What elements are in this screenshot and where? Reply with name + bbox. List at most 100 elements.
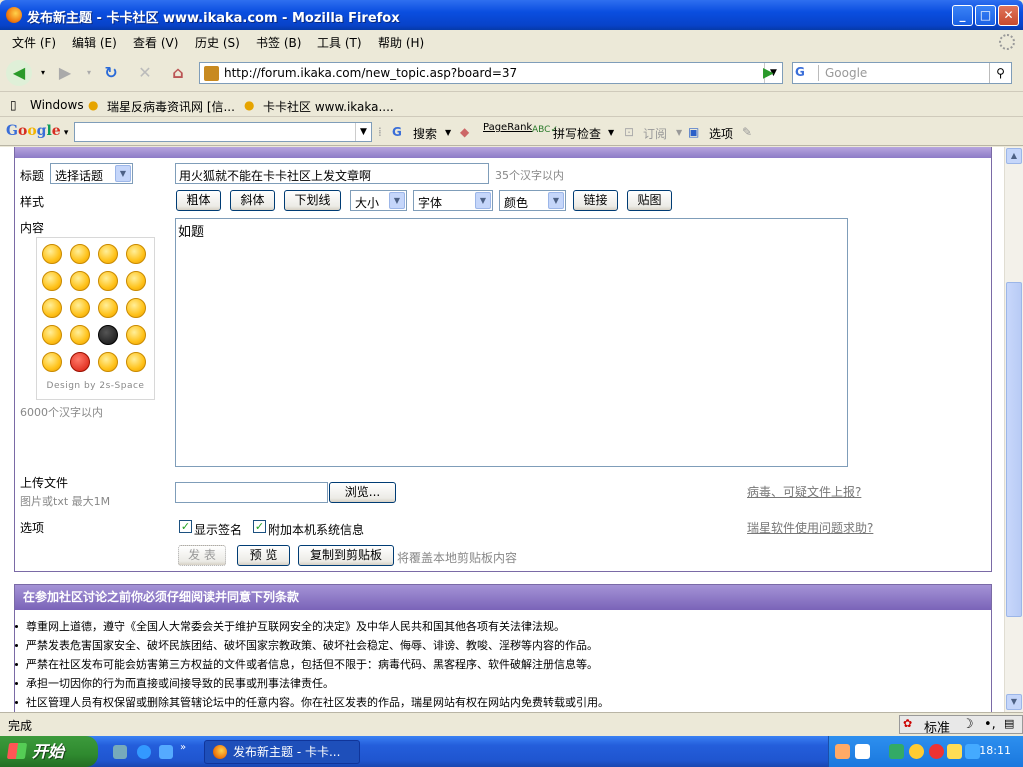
menu-tools[interactable]: 工具 (T) bbox=[317, 34, 362, 51]
bold-button[interactable]: 粗体 bbox=[176, 190, 221, 211]
menu-file[interactable]: 文件 (F) bbox=[12, 34, 56, 51]
search-magnifier-icon[interactable]: ⚲ bbox=[989, 63, 1011, 83]
pagerank-label[interactable]: PageRank bbox=[483, 122, 532, 133]
preview-button[interactable]: 预 览 bbox=[237, 545, 290, 566]
go-icon[interactable]: ▶ bbox=[763, 64, 781, 82]
menu-history[interactable]: 历史 (S) bbox=[195, 34, 240, 51]
tongue-icon[interactable] bbox=[98, 244, 118, 264]
upload-file-input[interactable] bbox=[175, 482, 328, 503]
tray-qq2-icon[interactable] bbox=[929, 744, 944, 759]
sweat-icon[interactable] bbox=[126, 271, 146, 291]
options-button[interactable]: 选项 bbox=[709, 125, 733, 142]
menu-help[interactable]: 帮助 (H) bbox=[378, 34, 424, 51]
grin-icon[interactable] bbox=[70, 244, 90, 264]
quicklaunch-more-icon[interactable]: » bbox=[180, 742, 190, 756]
reload-icon[interactable]: ↻ bbox=[98, 60, 124, 86]
link-button[interactable]: 链接 bbox=[573, 190, 618, 211]
wink-icon[interactable] bbox=[42, 352, 62, 372]
browse-button[interactable]: 浏览... bbox=[329, 482, 396, 503]
bookmark-windows[interactable]: Windows bbox=[30, 98, 84, 112]
dizzy-icon[interactable] bbox=[42, 325, 62, 345]
tray-help-icon[interactable] bbox=[855, 744, 870, 759]
tray-ime-icon[interactable] bbox=[835, 744, 850, 759]
cool-icon[interactable] bbox=[70, 271, 90, 291]
back-arrow-icon[interactable]: ◀ bbox=[6, 60, 32, 86]
url-bar[interactable]: http://forum.ikaka.com/new_topic.asp?boa… bbox=[199, 62, 783, 84]
highlighter-icon[interactable]: ✎ bbox=[742, 125, 752, 139]
scroll-thumb[interactable] bbox=[1006, 282, 1022, 617]
submit-button[interactable]: 发 表 bbox=[178, 545, 226, 566]
copy-clipboard-button[interactable]: 复制到剪贴板 bbox=[298, 545, 394, 566]
punctuation-icon[interactable]: •, bbox=[984, 717, 996, 732]
surprised-icon[interactable] bbox=[42, 298, 62, 318]
doubt-icon[interactable] bbox=[126, 352, 146, 372]
topic-select[interactable]: 选择话题 ▼ bbox=[50, 163, 133, 184]
scroll-down-icon[interactable]: ▼ bbox=[1006, 694, 1022, 710]
quicklaunch-media-icon[interactable] bbox=[159, 745, 173, 759]
ime-bar[interactable]: ✿ 标准 ☽ •, ▤ bbox=[899, 715, 1023, 736]
shy-icon[interactable] bbox=[98, 352, 118, 372]
shocked-icon[interactable] bbox=[126, 325, 146, 345]
popup-blocker-icon[interactable]: ◆ bbox=[460, 125, 469, 139]
search-bar[interactable]: G Google ⚲ bbox=[792, 62, 1012, 84]
spellcheck-dropdown[interactable]: ▼ bbox=[608, 128, 614, 137]
happy-icon[interactable] bbox=[42, 271, 62, 291]
content-textarea[interactable]: 如题 bbox=[175, 218, 848, 467]
mad-icon[interactable] bbox=[70, 352, 90, 372]
confused-icon[interactable] bbox=[98, 298, 118, 318]
color-select[interactable]: 颜色 ▼ bbox=[499, 190, 566, 211]
search-engine-icon[interactable]: G bbox=[795, 65, 819, 81]
tray-qq-icon[interactable] bbox=[909, 744, 924, 759]
underline-button[interactable]: 下划线 bbox=[284, 190, 341, 211]
close-button[interactable]: ✕ bbox=[998, 5, 1019, 26]
stop-icon[interactable]: ✕ bbox=[132, 60, 158, 86]
dark-face-icon[interactable] bbox=[98, 325, 118, 345]
bookmark-rising[interactable]: 瑞星反病毒资讯网 [信... bbox=[107, 98, 235, 115]
title-input[interactable]: 用火狐就不能在卡卡社区上发文章啊 bbox=[175, 163, 489, 184]
quicklaunch-desktop-icon[interactable] bbox=[113, 745, 127, 759]
tray-nav-icon[interactable] bbox=[889, 744, 904, 759]
ime-mode[interactable]: 标准 bbox=[924, 717, 950, 736]
italic-button[interactable]: 斜体 bbox=[230, 190, 275, 211]
show-signature-checkbox[interactable]: ✓ bbox=[179, 520, 192, 533]
home-icon[interactable]: ⌂ bbox=[165, 60, 191, 86]
moon-icon[interactable]: ☽ bbox=[962, 717, 974, 732]
attach-sysinfo-checkbox[interactable]: ✓ bbox=[253, 520, 266, 533]
sleepy-icon[interactable] bbox=[70, 325, 90, 345]
smiley-icon[interactable] bbox=[42, 244, 62, 264]
back-history-dropdown[interactable]: ▾ bbox=[38, 60, 48, 86]
menu-edit[interactable]: 编辑 (E) bbox=[72, 34, 117, 51]
google-search-button[interactable]: 搜索 bbox=[413, 125, 437, 142]
font-select[interactable]: 字体 ▼ bbox=[413, 190, 493, 211]
keyboard-icon[interactable]: ▤ bbox=[1004, 717, 1014, 730]
sunglasses-icon[interactable] bbox=[98, 271, 118, 291]
love-icon[interactable] bbox=[126, 244, 146, 264]
angry-icon[interactable] bbox=[70, 298, 90, 318]
vertical-scrollbar[interactable]: ▲ ▼ bbox=[1004, 147, 1023, 712]
subscribe-button[interactable]: 订阅 bbox=[643, 125, 667, 142]
maximize-button[interactable]: □ bbox=[975, 5, 996, 26]
virus-report-link[interactable]: 病毒、可疑文件上报? bbox=[747, 483, 861, 500]
google-search-input[interactable]: ▼ bbox=[74, 122, 372, 142]
bookmark-ikaka[interactable]: 卡卡社区 www.ikaka.... bbox=[263, 98, 394, 115]
taskbar-firefox-task[interactable]: 发布新主题 - 卡卡... bbox=[204, 740, 360, 764]
google-search-dropdown[interactable]: ▼ bbox=[445, 128, 451, 137]
cry-icon[interactable] bbox=[126, 298, 146, 318]
quicklaunch-ie-icon[interactable] bbox=[137, 745, 151, 759]
tray-shield-icon[interactable] bbox=[947, 744, 962, 759]
spellcheck-button[interactable]: 拼写检查 bbox=[553, 125, 601, 142]
image-button[interactable]: 贴图 bbox=[627, 190, 672, 211]
forward-history-dropdown[interactable]: ▾ bbox=[84, 60, 94, 86]
google-logo[interactable]: Google ▾ bbox=[6, 123, 68, 139]
help-link[interactable]: 瑞星软件使用问题求助? bbox=[747, 519, 873, 536]
forward-arrow-icon[interactable]: ▶ bbox=[52, 60, 78, 86]
minimize-button[interactable]: _ bbox=[952, 5, 973, 26]
subscribe-dropdown[interactable]: ▼ bbox=[676, 128, 682, 137]
menu-bookmarks[interactable]: 书签 (B) bbox=[256, 34, 301, 51]
google-history-dropdown[interactable]: ▼ bbox=[355, 123, 371, 141]
start-button[interactable]: 开始 bbox=[0, 736, 98, 767]
scroll-up-icon[interactable]: ▲ bbox=[1006, 148, 1022, 164]
size-select[interactable]: 大小 ▼ bbox=[350, 190, 407, 211]
menu-view[interactable]: 查看 (V) bbox=[133, 34, 178, 51]
tray-network-icon[interactable] bbox=[965, 744, 980, 759]
